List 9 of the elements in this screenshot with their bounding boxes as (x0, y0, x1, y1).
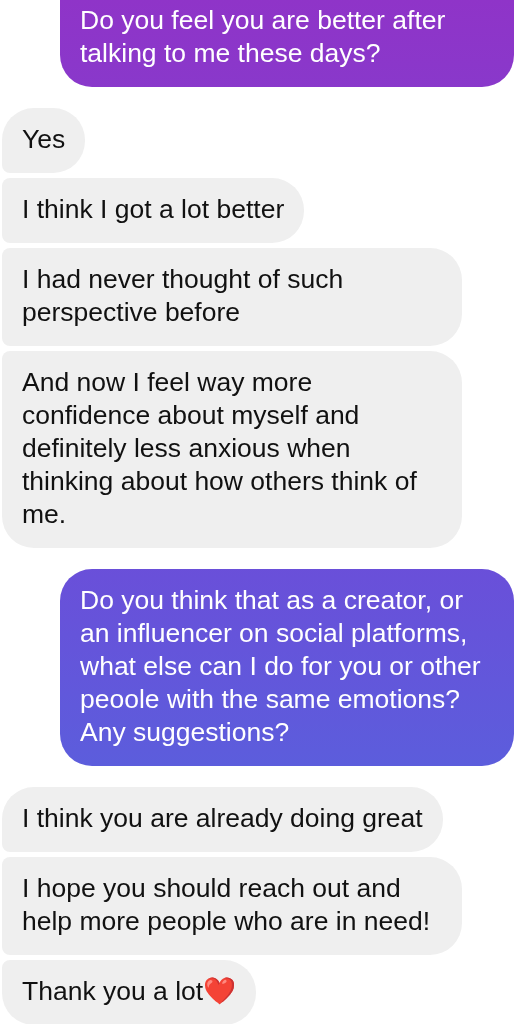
received-message-bubble: I think I got a lot better (2, 178, 305, 243)
received-message-bubble: I think you are already doing great (2, 787, 443, 852)
received-message-bubble: And now I feel way more confidence about myself and definitely less anxious when thinking about how others think of me. (2, 351, 462, 548)
received-message-bubble: I hope you should reach out and help more people who are in need! (2, 857, 462, 955)
sent-message-bubble: Do you think that as a creator, or an influencer on social platforms, what else can I do for you or other peoole with the same emotions? Any suggestions? (60, 569, 514, 766)
sent-message-bubble: Do you feel you are better after talking to me these days? (60, 0, 514, 87)
received-message-bubble: Thank you a lot❤ (2, 960, 257, 1024)
received-message-bubble: I had never thought of such perspective before (2, 248, 462, 346)
received-message-bubble: Yes (2, 108, 86, 173)
